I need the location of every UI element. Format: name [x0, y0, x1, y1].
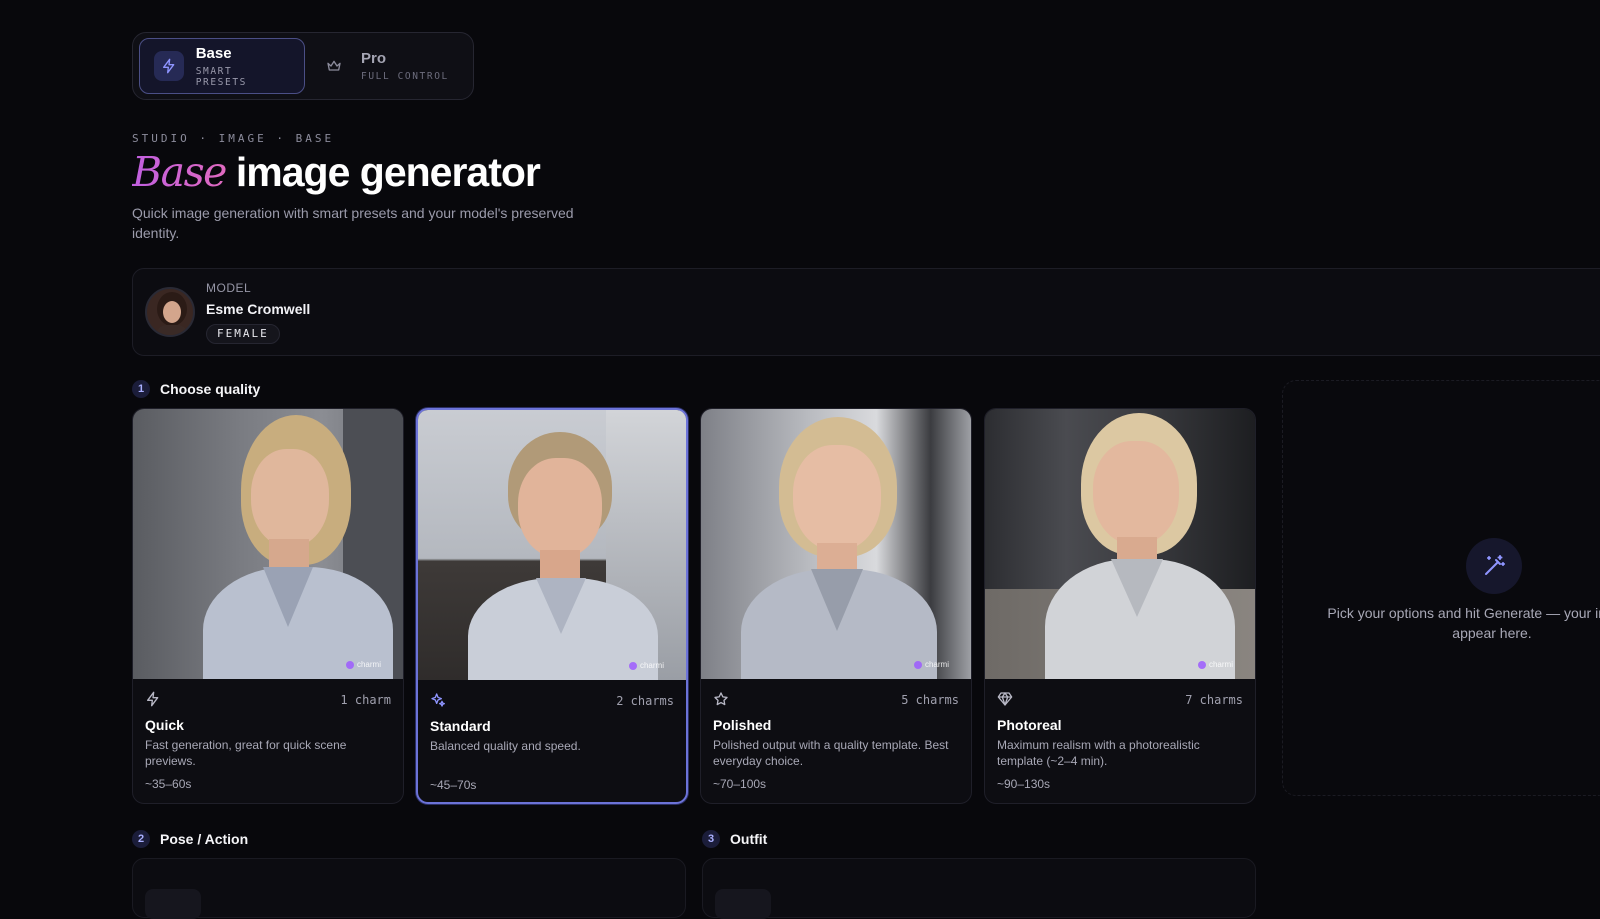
card-cost: 5 charms [901, 693, 959, 707]
step-number: 2 [132, 830, 150, 848]
pose-option-chip[interactable] [145, 889, 201, 919]
page-title: Base image generator [132, 148, 541, 196]
quality-preview-image: charmi [418, 410, 686, 680]
tab-base-subtitle: SMART PRESETS [195, 65, 247, 88]
tab-pro-subtitle: FULL CONTROL [361, 71, 449, 82]
card-cost: 1 charm [340, 693, 391, 707]
card-description: Fast generation, great for quick scene p… [145, 738, 347, 768]
quality-card-photoreal[interactable]: charmi 7 charms Photoreal Maximum realis… [984, 408, 1256, 804]
card-cost: 2 charms [616, 694, 674, 708]
tab-pro-title: Pro [361, 50, 387, 67]
quality-card-standard[interactable]: charmi 2 charms Standard Balanced qualit… [416, 408, 688, 804]
card-time: ~70–100s [713, 777, 767, 791]
crown-icon [319, 51, 349, 81]
tab-base[interactable]: Base SMART PRESETS [139, 38, 305, 94]
card-description: Maximum realism with a photorealistic te… [997, 738, 1200, 768]
tab-base-title: Base [195, 44, 232, 62]
page-subtitle: Quick image generation with smart preset… [132, 205, 574, 241]
gender-badge: FEMALE [206, 324, 280, 344]
page-title-rest: image generator [235, 149, 541, 195]
quality-preview-image: charmi [985, 409, 1255, 679]
sparkles-icon [430, 692, 448, 710]
section-title: Choose quality [160, 381, 261, 397]
outfit-option-chip[interactable] [715, 889, 771, 919]
step-number: 1 [132, 380, 150, 398]
diamond-icon [997, 691, 1015, 709]
section-title: Pose / Action [160, 831, 249, 847]
card-description: Polished output with a quality template.… [713, 738, 949, 768]
outfit-panel[interactable] [702, 858, 1256, 919]
card-time: ~90–130s [997, 777, 1051, 791]
watermark-logo: charmi [913, 660, 949, 669]
magic-wand-icon [1466, 538, 1522, 594]
quality-card-quick[interactable]: charmi 1 charm Quick Fast generation, gr… [132, 408, 404, 804]
card-description: Balanced quality and speed. [430, 739, 581, 753]
quality-card-polished[interactable]: charmi 5 charms Polished Polished output… [700, 408, 972, 804]
bolt-icon [145, 691, 163, 709]
quality-preview-image: charmi [701, 409, 971, 679]
bolt-icon [154, 51, 184, 81]
section-title: Outfit [730, 831, 768, 847]
watermark-logo: charmi [628, 661, 664, 670]
card-name: Standard [430, 718, 491, 734]
section-pose-header: 2 Pose / Action [132, 830, 248, 848]
model-label: MODEL [206, 281, 252, 295]
section-quality-header: 1 Choose quality [132, 380, 260, 398]
card-name: Photoreal [997, 717, 1062, 733]
watermark-logo: charmi [345, 660, 381, 669]
pose-panel[interactable] [132, 858, 686, 919]
card-time: ~45–70s [430, 778, 477, 792]
preview-placeholder-text: Pick your options and hit Generate — you… [1327, 605, 1600, 641]
card-name: Polished [713, 717, 772, 733]
model-name: Esme Cromwell [206, 301, 311, 317]
avatar [145, 287, 195, 337]
mode-switcher: Base SMART PRESETS Pro FULL CONTROL [132, 32, 474, 100]
watermark-logo: charmi [1197, 660, 1233, 669]
page-eyebrow: STUDIO · IMAGE · BASE [132, 132, 335, 145]
card-time: ~35–60s [145, 777, 192, 791]
preview-panel [1282, 380, 1600, 796]
page-title-accent: Base [132, 148, 227, 196]
step-number: 3 [702, 830, 720, 848]
quality-preview-image: charmi [133, 409, 403, 679]
tab-pro[interactable]: Pro FULL CONTROL [305, 38, 465, 94]
section-outfit-header: 3 Outfit [702, 830, 767, 848]
model-card[interactable]: MODEL Esme Cromwell FEMALE [132, 268, 1600, 356]
star-icon [713, 691, 731, 709]
card-cost: 7 charms [1185, 693, 1243, 707]
card-name: Quick [145, 717, 184, 733]
